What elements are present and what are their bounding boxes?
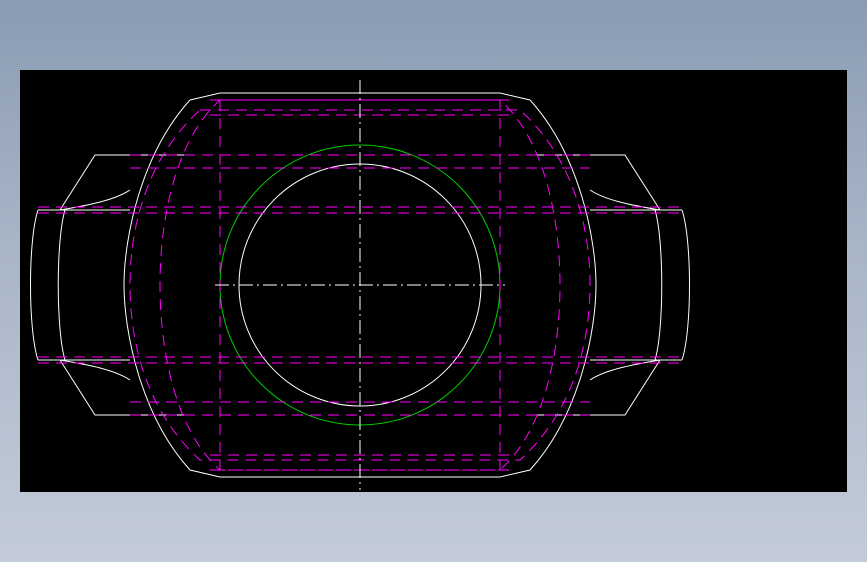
left-flange-bottom (59, 359, 190, 416)
right-flange-bottom (530, 359, 661, 416)
cad-drawing (30, 80, 690, 490)
right-flange-top (530, 154, 661, 211)
right-boss-outer (681, 209, 690, 361)
left-boss-inner (57, 209, 66, 361)
right-boss-inner (654, 209, 663, 361)
cad-viewport[interactable] (20, 70, 847, 492)
centerlines (215, 80, 505, 490)
left-flange-top (59, 154, 190, 211)
left-boss-outer (30, 209, 39, 361)
